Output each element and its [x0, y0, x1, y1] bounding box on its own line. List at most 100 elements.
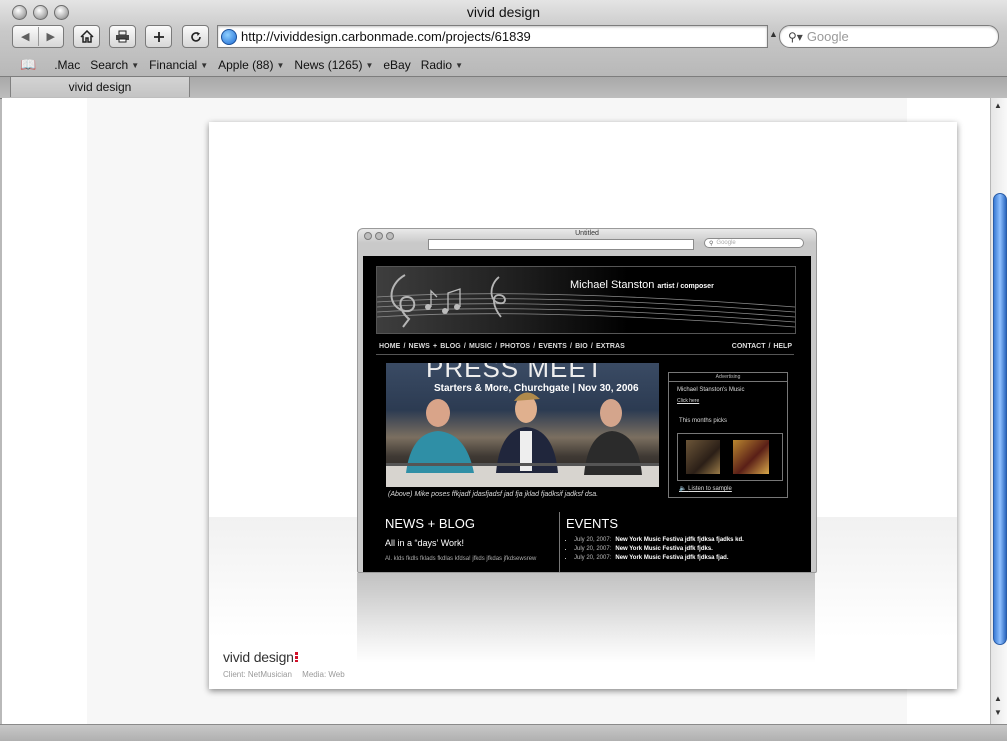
bookmark-label: News (1265) [294, 57, 363, 72]
preview-reflection [357, 573, 815, 663]
advertising-panel: Advertising Michael Stanston's Music Cli… [668, 372, 788, 498]
scroll-up-arrow-icon[interactable]: ▲ [994, 101, 1002, 110]
listen-sample-link: 🔈 Listen to sample [679, 485, 732, 492]
client-label: Client: NetMusician [223, 670, 292, 679]
address-text: http://vividdesign.carbonmade.com/projec… [241, 29, 531, 44]
logo-dots [294, 652, 298, 662]
music-notes-graphic [377, 274, 795, 328]
dropdown-triangle-icon: ▼ [455, 60, 463, 70]
mock-search-placeholder: Google [716, 240, 736, 246]
back-forward-buttons: ◀ ▶ [12, 25, 64, 48]
site-title: Michael Stanston artist / composer [570, 279, 714, 291]
address-bar[interactable]: http://vividdesign.carbonmade.com/projec… [217, 25, 768, 48]
dropdown-triangle-icon: ▼ [131, 60, 140, 70]
window-titlebar: vivid design ◀ ▶ http://vividdesign.carb… [0, 0, 1007, 76]
add-bookmark-button[interactable] [145, 25, 172, 48]
dropdown-triangle-icon: ▼ [200, 60, 209, 70]
globe-icon [221, 28, 237, 45]
printer-icon [116, 30, 129, 43]
news-heading: NEWS + BLOG [385, 516, 475, 531]
listen-label: Listen to sample [688, 486, 732, 492]
ad-title: Michael Stanston's Music [677, 387, 745, 393]
bookmark-news[interactable]: News (1265) ▼ [294, 58, 373, 72]
plus-icon [153, 31, 164, 42]
bookmark-label: eBay [383, 57, 411, 72]
ad-heading: Advertising [669, 373, 787, 382]
home-icon [79, 30, 94, 43]
column-divider [559, 512, 560, 572]
search-icon: ⚲▾ [788, 29, 803, 44]
home-button[interactable] [73, 25, 100, 48]
reload-button[interactable] [182, 25, 209, 48]
news-subheading: All in a “days’ Work! [385, 538, 465, 548]
back-button[interactable]: ◀ [13, 30, 38, 43]
mock-address-bar [428, 239, 694, 250]
press-photo: PRESS MEET Starters & More, Churchgate |… [386, 363, 659, 487]
project-preview-image[interactable]: Untitled ⚲ Google Michael Stanston artis… [357, 228, 817, 573]
scroll-up-arrow-icon[interactable]: ▲ [994, 694, 1002, 703]
album-cover [686, 440, 720, 474]
page-column: Untitled ⚲ Google Michael Stanston artis… [87, 98, 957, 724]
bookmark-search[interactable]: Search ▼ [90, 58, 139, 72]
ad-picks-label: This months picks [679, 418, 728, 424]
ad-picks-box [677, 433, 783, 481]
tab-vivid-design[interactable]: vivid design [10, 77, 190, 97]
events-list: July 20, 2007:New York Music Festiva jdf… [566, 537, 796, 561]
search-field[interactable]: ⚲▾ Google [779, 25, 999, 48]
bookmarks-book-icon[interactable]: 📖 [20, 57, 36, 73]
photo-caption: (Above) Mike poses ffkjadf jdasfjadsf ja… [388, 491, 599, 498]
speaker-icon: 🔈 [679, 486, 687, 492]
dropdown-triangle-icon: ▼ [365, 60, 374, 70]
news-column: NEWS + BLOG All in a “days’ Work! Al. kl… [385, 516, 555, 562]
search-placeholder: Google [806, 29, 849, 44]
bookmark-radio[interactable]: Radio ▼ [421, 58, 463, 72]
tab-bar: vivid design [0, 76, 1007, 99]
divider [376, 354, 794, 355]
event-item: July 20, 2007:New York Music Festiva jdf… [574, 537, 796, 543]
window-title: vivid design [466, 4, 541, 20]
site-nav-secondary: CONTACT / HELP [731, 343, 792, 350]
mock-site: Michael Stanston artist / composer HOME /… [363, 256, 811, 572]
tab-label: vivid design [68, 80, 132, 94]
scroll-down-arrow-icon[interactable]: ▼ [994, 708, 1002, 717]
vivid-design-logo: vivid design [223, 649, 298, 665]
bookmark-label: Financial [149, 57, 198, 72]
event-item: July 20, 2007:New York Music Festiva jdf… [574, 555, 796, 561]
event-item: July 20, 2007:New York Music Festiva jdf… [574, 546, 796, 552]
bookmark-ebay[interactable]: eBay [383, 58, 410, 72]
bookmark-apple[interactable]: Apple (88) ▼ [218, 58, 284, 72]
bookmark-label: Radio [420, 57, 453, 72]
media-label: Media: Web [302, 670, 345, 679]
bookmark-label: Search [90, 57, 129, 72]
url-history-arrow-icon[interactable]: ▲ [769, 29, 778, 39]
site-banner: Michael Stanston artist / composer [376, 266, 796, 334]
event-title: New York Music Festiva jdfk fjdksa fjad. [615, 555, 729, 561]
people-photo-graphic [386, 392, 659, 487]
forward-button[interactable]: ▶ [39, 30, 64, 43]
site-name: Michael Stanston [570, 279, 655, 291]
bookmark-label: .Mac [54, 57, 81, 72]
event-title: New York Music Festiva jdfk fjdks. [615, 546, 713, 552]
logo-text: vivid design [223, 649, 294, 665]
site-nav: HOME / NEWS + BLOG / MUSIC / PHOTOS / EV… [379, 343, 625, 350]
portfolio-card: Untitled ⚲ Google Michael Stanston artis… [209, 122, 957, 689]
mock-window-title: Untitled [575, 230, 599, 237]
event-date: July 20, 2007: [574, 537, 612, 543]
status-bar [0, 724, 1007, 741]
bookmark-mac[interactable]: .Mac [54, 58, 80, 72]
news-excerpt: Al. klds fkdls fklads fkdlas kfdsa! jfkd… [385, 556, 537, 562]
vertical-scrollbar[interactable]: ▲ ▲ ▼ [990, 98, 1007, 724]
scrollbar-thumb[interactable] [993, 193, 1007, 645]
site-tagline: artist / composer [657, 283, 714, 290]
mock-search-icon: ⚲ [709, 240, 714, 247]
reload-icon [190, 31, 201, 42]
mock-search-field: ⚲ Google [704, 238, 804, 248]
bookmark-financial[interactable]: Financial ▼ [149, 58, 208, 72]
bookmark-label: Apple (88) [218, 57, 274, 72]
event-date: July 20, 2007: [574, 546, 612, 552]
bookmarks-bar: 📖 .Mac Search ▼ Financial ▼ Apple (88) ▼ Ne… [0, 54, 1007, 75]
album-cover [733, 440, 769, 474]
events-heading: EVENTS [566, 516, 619, 531]
print-button[interactable] [109, 25, 136, 48]
project-meta: Client: NetMusician Media: Web [223, 670, 353, 679]
